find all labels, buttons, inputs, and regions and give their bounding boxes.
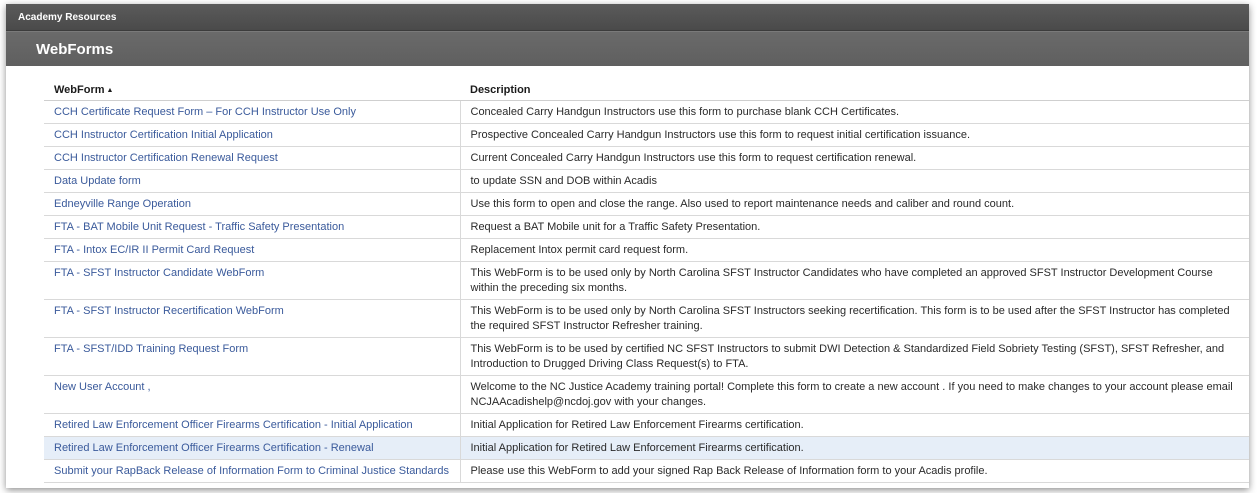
table-row: Data Update form to update SSN and DOB w… <box>44 169 1249 193</box>
webform-cell: Retired Law Enforcement Officer Firearms… <box>44 413 460 437</box>
webform-cell: CCH Certificate Request Form – For CCH I… <box>44 100 460 124</box>
webform-cell: FTA - SFST Instructor Recertification We… <box>44 299 460 338</box>
webform-link[interactable]: FTA - Intox EC/IR II Permit Card Request <box>54 244 254 256</box>
table-row: Submit your RapBack Release of Informati… <box>44 459 1249 483</box>
webform-cell: Submit your RapBack Release of Informati… <box>44 459 460 483</box>
webform-cell: FTA - Intox EC/IR II Permit Card Request <box>44 238 460 262</box>
description-cell: Current Concealed Carry Handgun Instruct… <box>459 146 1249 170</box>
description-cell: This WebForm is to be used by certified … <box>459 337 1249 376</box>
webform-cell: CCH Instructor Certification Renewal Req… <box>44 146 460 170</box>
webform-link[interactable]: FTA - BAT Mobile Unit Request - Traffic … <box>54 221 344 233</box>
description-cell: to update SSN and DOB within Acadis <box>459 169 1249 193</box>
webform-link[interactable]: Submit your RapBack Release of Informati… <box>54 465 449 477</box>
webform-cell: New User Account , <box>44 375 460 414</box>
webform-cell: FTA - BAT Mobile Unit Request - Traffic … <box>44 215 460 239</box>
description-cell: Initial Application for Retired Law Enfo… <box>459 413 1249 437</box>
webform-link[interactable]: Edneyville Range Operation <box>54 198 191 210</box>
webform-link[interactable]: FTA - SFST Instructor Recertification We… <box>54 305 284 317</box>
webform-link[interactable]: Retired Law Enforcement Officer Firearms… <box>54 419 413 431</box>
webform-link[interactable]: Retired Law Enforcement Officer Firearms… <box>54 442 374 454</box>
description-cell: Please use this WebForm to add your sign… <box>459 459 1249 483</box>
webform-cell: Edneyville Range Operation <box>44 192 460 216</box>
description-cell: Request a BAT Mobile unit for a Traffic … <box>459 215 1249 239</box>
webform-cell: Data Update form <box>44 169 460 193</box>
table-row: CCH Instructor Certification Initial App… <box>44 123 1249 147</box>
webform-cell: CCH Instructor Certification Initial App… <box>44 123 460 147</box>
academy-resources-bar: Academy Resources <box>6 4 1249 31</box>
column-header-webform-label: WebForm <box>54 84 105 96</box>
webform-link[interactable]: CCH Certificate Request Form – For CCH I… <box>54 106 356 118</box>
sort-ascending-icon[interactable]: ▲ <box>107 87 114 94</box>
description-cell: Initial Application for Retired Law Enfo… <box>459 436 1249 460</box>
webform-cell: FTA - SFST/IDD Training Request Form <box>44 337 460 376</box>
webforms-header: WebForms <box>6 31 1249 66</box>
webforms-table-wrap: WebForm ▲ Description CCH Certificate Req… <box>6 66 1249 483</box>
webform-link[interactable]: Data Update form <box>54 175 141 187</box>
table-row: FTA - SFST/IDD Training Request Form Thi… <box>44 337 1249 376</box>
webform-link[interactable]: CCH Instructor Certification Initial App… <box>54 129 273 141</box>
academy-resources-title: Academy Resources <box>18 12 117 23</box>
webform-link[interactable]: CCH Instructor Certification Renewal Req… <box>54 152 278 164</box>
description-cell: Welcome to the NC Justice Academy traini… <box>459 375 1249 414</box>
description-cell: This WebForm is to be used only by North… <box>459 261 1249 300</box>
table-header-row: WebForm ▲ Description <box>44 80 1249 101</box>
description-cell: Prospective Concealed Carry Handgun Inst… <box>459 123 1249 147</box>
table-row: Edneyville Range Operation Use this form… <box>44 192 1249 216</box>
section-title: WebForms <box>36 41 114 58</box>
column-header-description-label: Description <box>470 84 531 96</box>
column-header-webform[interactable]: WebForm ▲ <box>44 80 460 101</box>
webform-cell: FTA - SFST Instructor Candidate WebForm <box>44 261 460 300</box>
description-cell: Replacement Intox permit card request fo… <box>459 238 1249 262</box>
table-row: CCH Instructor Certification Renewal Req… <box>44 146 1249 170</box>
description-cell: Concealed Carry Handgun Instructors use … <box>459 100 1249 124</box>
description-cell: This WebForm is to be used only by North… <box>459 299 1249 338</box>
table-row: New User Account , Welcome to the NC Jus… <box>44 375 1249 414</box>
table-row-highlighted: Retired Law Enforcement Officer Firearms… <box>44 436 1249 460</box>
table-row: FTA - Intox EC/IR II Permit Card Request… <box>44 238 1249 262</box>
webform-link[interactable]: FTA - SFST/IDD Training Request Form <box>54 343 248 355</box>
webform-link[interactable]: FTA - SFST Instructor Candidate WebForm <box>54 267 264 279</box>
table-row: FTA - SFST Instructor Candidate WebForm … <box>44 261 1249 300</box>
webforms-table: WebForm ▲ Description CCH Certificate Req… <box>44 80 1249 483</box>
webforms-panel: Academy Resources WebForms WebForm ▲ Desc… <box>6 4 1249 488</box>
column-header-description: Description <box>460 80 1249 101</box>
table-row: FTA - SFST Instructor Recertification We… <box>44 299 1249 338</box>
webform-cell: Retired Law Enforcement Officer Firearms… <box>44 436 460 460</box>
description-cell: Use this form to open and close the rang… <box>459 192 1249 216</box>
table-row: Retired Law Enforcement Officer Firearms… <box>44 413 1249 437</box>
table-row: CCH Certificate Request Form – For CCH I… <box>44 100 1249 124</box>
webform-link[interactable]: New User Account , <box>54 381 151 393</box>
table-row: FTA - BAT Mobile Unit Request - Traffic … <box>44 215 1249 239</box>
